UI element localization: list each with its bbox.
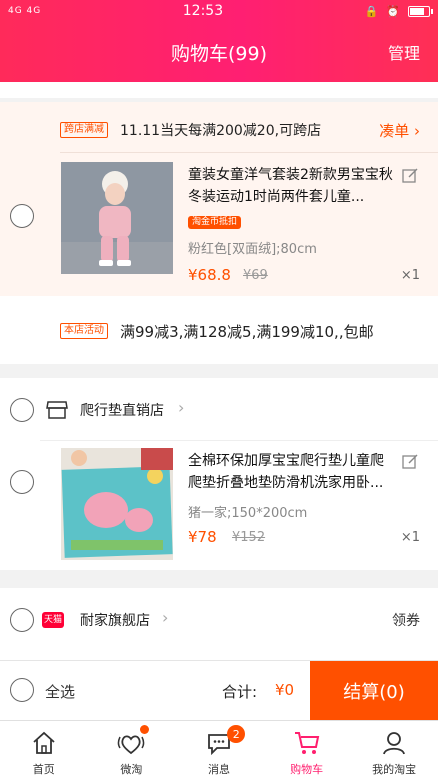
message-count-badge: 2 (227, 725, 246, 743)
shop-icon (46, 401, 68, 419)
battery-icon (408, 5, 433, 17)
page-title: 购物车(99) (170, 42, 267, 65)
notification-dot (139, 725, 149, 734)
tab-label: 购物车 (290, 763, 324, 776)
product-quantity[interactable]: ×1 (401, 268, 420, 283)
bottom-tab-bar: 首页 微淘 2 消息 购物车 我的淘宝 (0, 720, 438, 780)
tab-home[interactable]: 首页 (0, 721, 88, 780)
original-price: ¥152 (232, 530, 266, 545)
cross-store-promo-group: 跨店满减 11.11当天每满200减20,可跨店 凑单 › 童装女童洋气套装2新… (0, 102, 438, 296)
collect-order-label: 凑单 (379, 122, 410, 140)
tab-messages[interactable]: 2 消息 (175, 721, 263, 780)
shop-activity-tag: 本店活动 (60, 323, 108, 339)
shop-group-naijia: 天猫 耐家旗舰店 › 领券 (0, 588, 438, 660)
status-icons: 🔒 ⏰ (364, 4, 433, 18)
previous-item-edge (0, 82, 438, 98)
top-bar: 4G 4G 12:53 🔒 ⏰ 购物车(99) 管理 (0, 0, 438, 82)
product-title[interactable]: 童装女童洋气套装2新款男宝宝秋冬装运动1时尚两件套儿童... (188, 164, 394, 208)
edit-icon[interactable] (402, 454, 418, 470)
status-bar: 4G 4G 12:53 🔒 ⏰ (0, 0, 438, 22)
tmall-logo: 天猫 (42, 612, 65, 628)
checkout-bar: 全选 合计: ¥0 结算(0) (0, 660, 438, 721)
shop-name[interactable]: 爬行垫直销店 (80, 400, 164, 420)
product-sku[interactable]: 猪一家;150*200cm (188, 502, 307, 521)
shop-promo-text: 满99减3,满128减5,满199减10,,包邮 (120, 323, 374, 341)
product-image-girl-outfit[interactable] (61, 162, 173, 274)
chevron-right-icon[interactable]: › (162, 608, 168, 627)
tab-cart[interactable]: 购物车 (263, 721, 351, 780)
shop-promo-row: 本店活动 满99减3,满128减5,满199减10,,包邮 (0, 296, 438, 364)
profile-icon (383, 732, 406, 755)
chevron-right-icon[interactable]: › (178, 398, 184, 417)
total-label: 合计: (222, 683, 258, 701)
shop-checkbox[interactable] (10, 608, 34, 632)
total-amount: ¥0 (275, 681, 295, 699)
shop-name[interactable]: 耐家旗舰店 (80, 610, 150, 630)
shop-group-crawl-mat: 爬行垫直销店 › 全棉环保加厚宝宝爬行垫儿童爬爬垫折叠地垫防滑机洗家用卧... … (0, 378, 438, 570)
item-checkbox[interactable] (10, 470, 34, 494)
checkout-button[interactable]: 结算(0) (310, 661, 438, 721)
lock-icon: 🔒 (364, 4, 379, 18)
cross-store-tag: 跨店满减 (60, 122, 108, 138)
tab-weitao[interactable]: 微淘 (88, 721, 176, 780)
divider (40, 440, 438, 441)
original-price: ¥69 (243, 268, 268, 283)
item-checkbox[interactable] (10, 204, 34, 228)
cart-icon (294, 732, 319, 754)
tab-label: 我的淘宝 (372, 763, 417, 776)
tab-label: 消息 (207, 763, 230, 776)
product-quantity[interactable]: ×1 (401, 530, 420, 545)
network-indicator: 4G 4G (8, 6, 42, 16)
alarm-icon: ⏰ (386, 4, 400, 18)
divider (60, 152, 438, 153)
home-icon (33, 731, 55, 754)
product-price: ¥68.8 (188, 266, 231, 284)
chevron-right-icon: › (414, 122, 420, 140)
collect-order-link[interactable]: 凑单 › (379, 120, 420, 141)
select-all-label[interactable]: 全选 (45, 681, 75, 702)
product-sku[interactable]: 粉红色[双面绒];80cm (188, 238, 317, 257)
get-coupon-button[interactable]: 领券 (392, 610, 420, 630)
tab-label: 微淘 (120, 763, 143, 776)
page-header: 购物车(99) 管理 (0, 22, 438, 82)
shop-checkbox[interactable] (10, 398, 34, 422)
status-time: 12:53 (182, 3, 224, 19)
product-image-crawl-mat[interactable] (61, 448, 173, 560)
tab-label: 首页 (32, 763, 55, 776)
product-price: ¥78 (188, 528, 217, 546)
coin-deduct-badge: 淘金币抵扣 (188, 216, 242, 229)
cart-list: 跨店满减 11.11当天每满200减20,可跨店 凑单 › 童装女童洋气套装2新… (0, 82, 438, 660)
edit-icon[interactable] (402, 168, 418, 184)
tab-my-taobao[interactable]: 我的淘宝 (350, 721, 438, 780)
select-all-checkbox[interactable] (10, 678, 34, 702)
manage-button[interactable]: 管理 (388, 40, 420, 64)
cross-store-promo-text: 11.11当天每满200减20,可跨店 (120, 123, 322, 139)
product-title[interactable]: 全棉环保加厚宝宝爬行垫儿童爬爬垫折叠地垫防滑机洗家用卧... (188, 450, 394, 494)
